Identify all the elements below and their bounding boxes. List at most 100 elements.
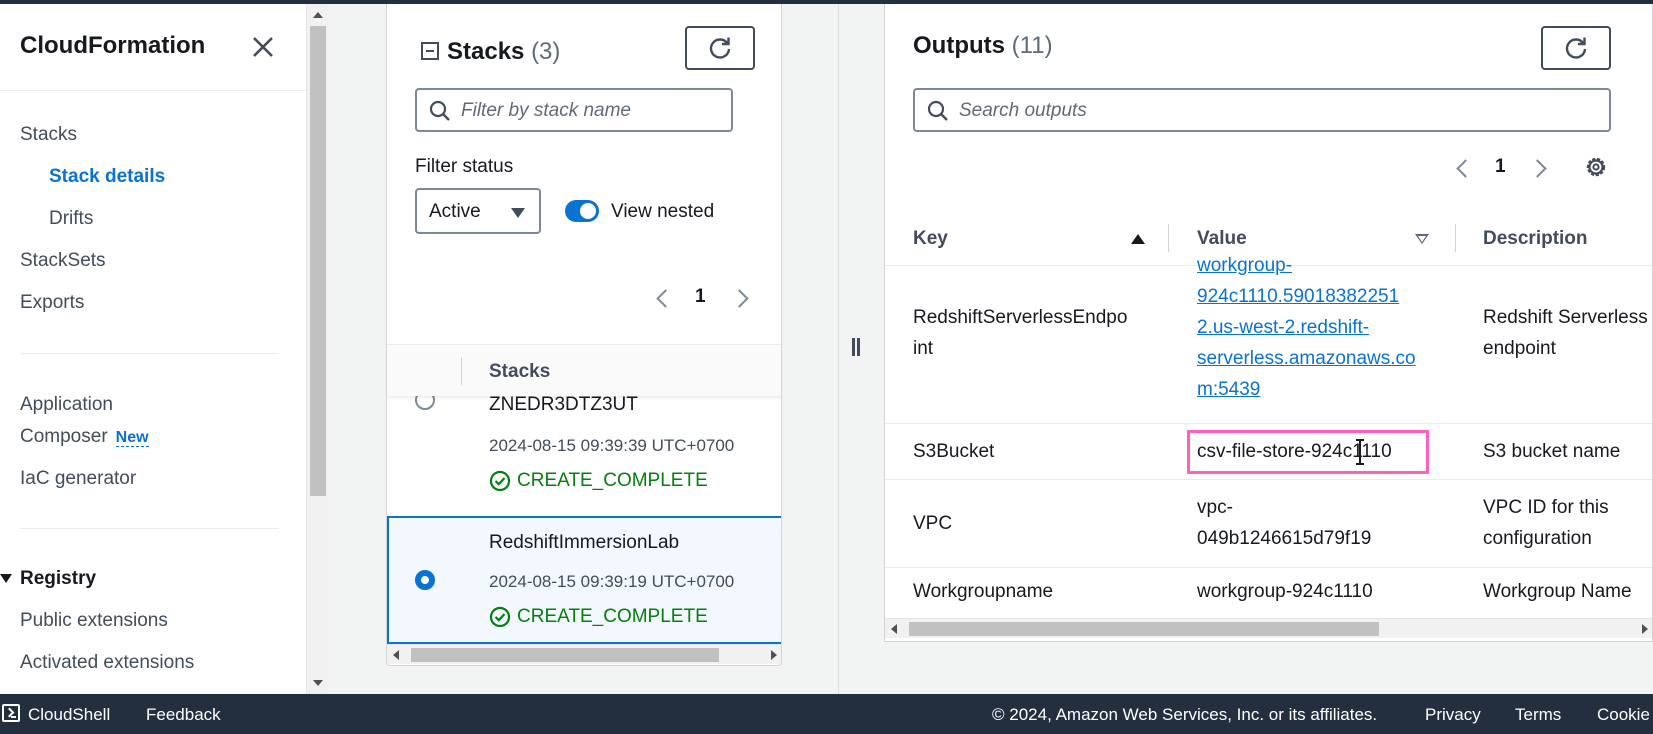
stack-date: 2024-08-15 09:39:19 UTC+0700 — [489, 572, 735, 591]
sidebar-item-stack-details[interactable]: Stack details — [49, 166, 165, 188]
scroll-up-arrow[interactable] — [313, 12, 323, 18]
registry-label: Registry — [20, 568, 97, 589]
sidebar-item-composer[interactable]: Composer New — [20, 426, 149, 448]
scroll-right-arrow[interactable] — [1642, 624, 1648, 634]
column-separator — [461, 357, 462, 385]
sidebar-item-public-extensions[interactable]: Public extensions — [20, 610, 168, 632]
cloudshell-icon[interactable] — [2, 704, 20, 722]
scroll-left-arrow[interactable] — [891, 624, 897, 634]
output-key: RedshiftServerlessEndpo int — [913, 302, 1153, 364]
scroll-left-arrow[interactable] — [393, 650, 399, 660]
check-circle-icon — [489, 606, 511, 628]
outputs-search[interactable] — [913, 88, 1611, 132]
stack-row[interactable]: ZNEDR3DTZ3UT 2024-08-15 09:39:39 UTC+070… — [387, 384, 781, 516]
output-value[interactable]: vpc- 049b1246615d79f19 — [1197, 492, 1427, 554]
terms-link[interactable]: Terms — [1515, 705, 1561, 725]
chevron-right-icon[interactable] — [730, 289, 749, 308]
stack-status-text: CREATE_COMPLETE — [517, 470, 708, 491]
filter-status-label: Filter status — [415, 156, 514, 177]
sidebar-item-iac-generator[interactable]: IaC generator — [20, 468, 136, 490]
privacy-link[interactable]: Privacy — [1425, 705, 1481, 725]
gear-icon[interactable] — [1583, 154, 1609, 180]
endpoint-link-line[interactable]: serverless.amazonaws.co — [1197, 343, 1427, 374]
stack-filter-input[interactable] — [461, 94, 721, 128]
refresh-icon — [1565, 37, 1587, 59]
stacks-title-text: Stacks — [447, 38, 525, 65]
view-nested-toggle[interactable] — [565, 200, 599, 222]
scrollbar-thumb[interactable] — [909, 622, 1379, 636]
sidebar-item-stacks[interactable]: Stacks — [20, 124, 77, 146]
stack-name[interactable]: RedshiftImmersionLab — [489, 532, 679, 554]
resize-handle[interactable] — [850, 338, 862, 356]
outputs-page-number[interactable]: 1 — [1495, 156, 1506, 178]
panel-splitter — [838, 4, 839, 694]
filter-status-select[interactable]: Active — [415, 188, 541, 234]
column-header-description[interactable]: Description — [1483, 228, 1588, 250]
scroll-down-arrow[interactable] — [313, 680, 323, 686]
caret-down-icon — [511, 208, 525, 218]
stacks-horizontal-scrollbar[interactable] — [387, 644, 781, 664]
output-row: Workgroupname workgroup-924c1110 Workgro… — [885, 568, 1652, 620]
toggle-knob — [580, 203, 596, 219]
scroll-right-arrow[interactable] — [771, 650, 777, 660]
close-icon[interactable] — [250, 34, 276, 60]
outputs-title-text: Outputs — [913, 32, 1005, 59]
sort-ascending-icon[interactable] — [1131, 234, 1145, 244]
column-header-value[interactable]: Value — [1197, 228, 1247, 250]
sidebar-item-stacksets[interactable]: StackSets — [20, 250, 106, 272]
output-value[interactable]: workgroup-924c1110 — [1197, 576, 1427, 607]
stack-filter[interactable] — [415, 88, 733, 132]
refresh-stacks-button[interactable] — [685, 26, 755, 70]
outputs-title: Outputs (11) — [913, 32, 1053, 60]
endpoint-link-line[interactable]: 924c1110.59018382251 — [1197, 281, 1427, 312]
feedback-link[interactable]: Feedback — [146, 705, 221, 725]
scrollbar-thumb[interactable] — [310, 26, 326, 496]
scrollbar-thumb[interactable] — [411, 648, 719, 662]
sidebar-scrollbar[interactable] — [306, 4, 328, 694]
column-separator[interactable] — [1455, 224, 1456, 252]
sidebar-section-registry[interactable]: Registry — [0, 568, 96, 590]
value-line: 049b1246615d79f19 — [1197, 528, 1372, 549]
collapse-icon[interactable] — [421, 42, 439, 60]
sidebar-item-activated-extensions[interactable]: Activated extensions — [20, 652, 194, 674]
outputs-horizontal-scrollbar[interactable] — [885, 618, 1652, 638]
search-icon — [927, 100, 948, 121]
column-header-stacks: Stacks — [489, 361, 551, 382]
chevron-right-icon[interactable] — [1528, 159, 1547, 178]
column-header-key[interactable]: Key — [913, 228, 948, 250]
chevron-left-icon[interactable] — [656, 289, 675, 308]
chevron-left-icon[interactable] — [1456, 159, 1475, 178]
stack-row-selected[interactable]: RedshiftImmersionLab 2024-08-15 09:39:19… — [387, 516, 781, 644]
sidebar-item-composer-label: Composer — [20, 426, 108, 447]
caret-down-icon — [0, 574, 12, 584]
stacks-title[interactable]: Stacks (3) — [421, 38, 560, 66]
output-key-text: RedshiftServerlessEndpo int — [913, 307, 1128, 359]
endpoint-link-line[interactable]: m:5439 — [1197, 374, 1427, 405]
filter-status-value: Active — [429, 201, 481, 222]
desc-line: VPC ID for this — [1483, 497, 1609, 518]
endpoint-link-line[interactable]: 2.us-west-2.redshift- — [1197, 312, 1427, 343]
sidebar-item-application[interactable]: Application — [20, 394, 113, 416]
sidebar-title: CloudFormation — [20, 32, 206, 59]
column-separator[interactable] — [1168, 224, 1169, 252]
sidebar-item-drifts[interactable]: Drifts — [49, 208, 93, 230]
refresh-outputs-button[interactable] — [1541, 26, 1611, 70]
sidebar-item-exports[interactable]: Exports — [20, 292, 84, 314]
output-row: S3Bucket csv-file-store-924c1110 S3 buck… — [885, 424, 1652, 480]
cloudshell-link[interactable]: CloudShell — [28, 705, 110, 725]
stack-name[interactable]: ZNEDR3DTZ3UT — [489, 394, 638, 416]
cookie-link[interactable]: Cookie — [1597, 705, 1650, 725]
outputs-search-input[interactable] — [959, 94, 1599, 128]
stack-radio-selected[interactable] — [415, 570, 435, 590]
sidebar-divider — [0, 90, 306, 91]
output-value[interactable]: csv-file-store-924c1110 — [1197, 436, 1427, 467]
output-description: S3 bucket name — [1483, 441, 1621, 462]
output-description: VPC ID for this configuration — [1483, 492, 1652, 554]
output-value[interactable]: workgroup- 924c1110.59018382251 2.us-wes… — [1197, 250, 1427, 405]
new-badge[interactable]: New — [115, 429, 149, 447]
endpoint-link-line[interactable]: workgroup- — [1197, 250, 1427, 281]
sort-descending-icon[interactable] — [1415, 234, 1429, 244]
stacks-page-number[interactable]: 1 — [695, 286, 706, 308]
stacks-table-header: Stacks — [387, 344, 781, 396]
desc-line: endpoint — [1483, 338, 1556, 359]
